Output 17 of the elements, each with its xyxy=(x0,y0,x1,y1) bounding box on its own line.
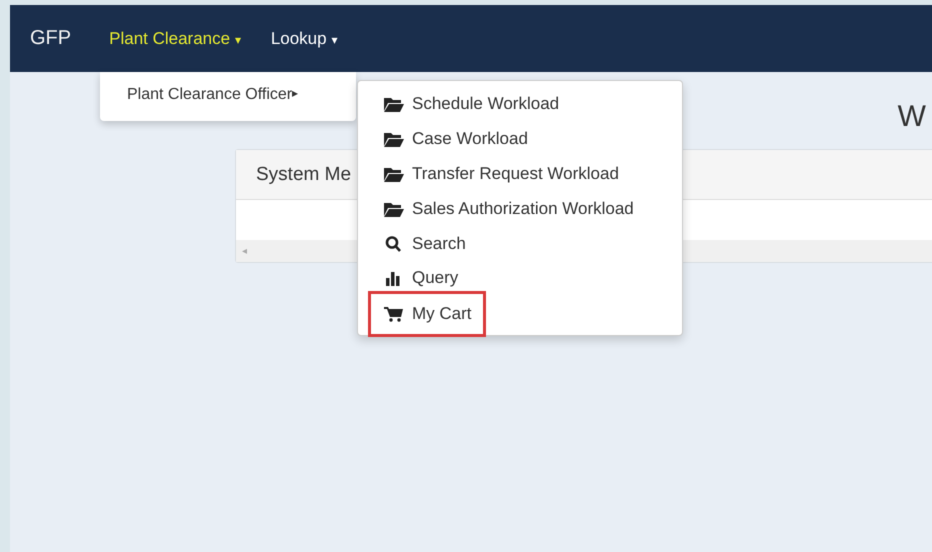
nav-menu[interactable]: Lookup ▾ xyxy=(270,28,338,48)
panel-title: System Me xyxy=(256,164,352,186)
nav-menu[interactable]: Plant Clearance ▾ xyxy=(109,28,241,48)
search-icon xyxy=(384,236,404,252)
brand-link[interactable]: GFP xyxy=(30,27,72,50)
menu-item[interactable]: Schedule Workload xyxy=(358,87,560,122)
menu-item[interactable]: Plant Clearance Officer▸ xyxy=(127,86,298,104)
menu-item[interactable]: Transfer Request Workload xyxy=(358,156,619,192)
menu-item[interactable]: Sales Authorization Workload xyxy=(358,191,634,226)
page-title: W xyxy=(898,100,926,135)
folder-icon xyxy=(384,96,404,112)
folder-icon xyxy=(384,166,404,182)
menu-item[interactable]: Search xyxy=(358,226,466,261)
folder-icon xyxy=(384,200,404,217)
menu-item[interactable]: Case Workload xyxy=(358,122,528,157)
cart-icon xyxy=(384,306,404,322)
folder-icon xyxy=(384,131,404,148)
